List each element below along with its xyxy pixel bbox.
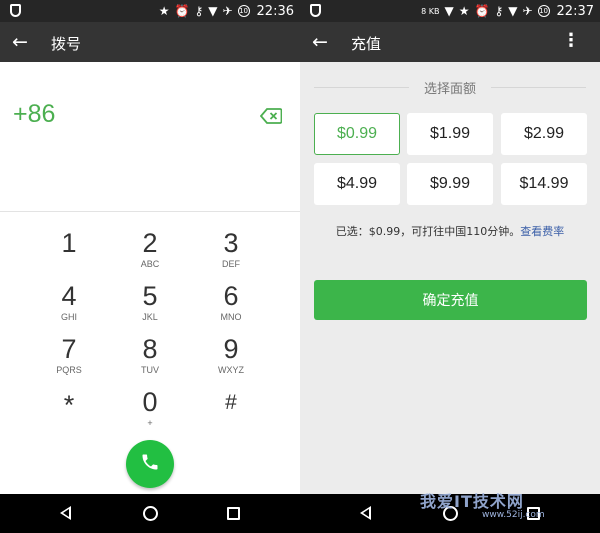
key-digit: * [63, 390, 75, 420]
status-bar: 8 KB ▼ ★ ⏰ ⚷ ▼ ✈ 10 22:37 [300, 0, 600, 22]
amount-option[interactable]: $14.99 [501, 163, 587, 205]
dial-number-field[interactable]: +86 [13, 100, 55, 129]
key-star[interactable]: * [34, 390, 104, 440]
shield-icon [10, 4, 21, 17]
star-icon: ★ [158, 4, 170, 18]
selected-summary: 已选：$0.99，可打往中国110分钟。查看费率 [300, 223, 600, 239]
arrow-left-icon[interactable]: ← [12, 32, 30, 52]
watermark: 我爱IT技术网 [420, 492, 524, 511]
key-9[interactable]: 9 WXYZ [196, 334, 266, 384]
key-letters: JKL [142, 312, 158, 322]
key-letters: PQRS [56, 365, 82, 375]
amount-option[interactable]: $2.99 [501, 113, 587, 155]
page-title: 拨号 [51, 35, 82, 53]
dialer-screen: ★ ⏰ ⚷ ▼ ✈ 10 22:36 ← 拨号 +86 1 2 ABC 3 DE… [0, 0, 300, 533]
key-letters: TUV [141, 365, 159, 375]
airplane-icon: ✈ [522, 4, 533, 18]
key-digit: 6 [223, 281, 239, 311]
phone-icon [140, 452, 160, 476]
shield-icon [310, 4, 321, 17]
nav-bar [0, 494, 300, 533]
nav-back-icon[interactable] [60, 506, 71, 520]
key-digit: 1 [61, 228, 77, 258]
star-icon: ★ [458, 4, 470, 18]
key-3[interactable]: 3 DEF [196, 228, 266, 278]
divider [491, 87, 586, 88]
page-title: 充值 [351, 35, 382, 53]
call-button[interactable] [126, 440, 174, 488]
key-digit: 7 [61, 334, 77, 364]
recharge-screen: 8 KB ▼ ★ ⏰ ⚷ ▼ ✈ 10 22:37 ← 充值 ⋮ 选择面额 $0… [300, 0, 600, 533]
battery-badge: 10 [237, 5, 250, 17]
selected-info-text: 已选：$0.99，可打往中国110分钟。 [335, 225, 521, 238]
nav-home-icon[interactable] [143, 506, 158, 521]
key-8[interactable]: 8 TUV [115, 334, 185, 384]
key-digit: 0 [142, 387, 158, 417]
key-letters: WXYZ [218, 365, 244, 375]
key-digit: 8 [142, 334, 158, 364]
key-digit: 9 [223, 334, 239, 364]
backspace-icon[interactable] [259, 108, 283, 128]
key-hash[interactable]: # [196, 388, 266, 438]
status-bar: ★ ⏰ ⚷ ▼ ✈ 10 22:36 [0, 0, 300, 22]
amount-option[interactable]: $4.99 [314, 163, 400, 205]
arrow-left-icon[interactable]: ← [312, 32, 330, 52]
key-digit: 2 [142, 228, 158, 258]
network-speed: 8 KB [421, 6, 440, 16]
key-6[interactable]: 6 MNO [196, 281, 266, 331]
dial-display: +86 [0, 62, 300, 212]
key-letters: DEF [222, 259, 240, 269]
wifi-icon: ▼ [208, 4, 218, 18]
key-7[interactable]: 7 PQRS [34, 334, 104, 384]
alarm-icon: ⏰ [174, 4, 190, 18]
key-icon: ⚷ [194, 4, 204, 18]
alarm-icon: ⏰ [474, 4, 490, 18]
key-letters: + [147, 418, 153, 428]
app-bar: ← 拨号 [0, 22, 300, 62]
download-icon: ▼ [444, 4, 454, 18]
key-4[interactable]: 4 GHI [34, 281, 104, 331]
key-1[interactable]: 1 [34, 228, 104, 278]
watermark-url: www.52ij.com [482, 510, 545, 520]
key-letters: GHI [60, 312, 77, 322]
more-vertical-icon[interactable]: ⋮ [562, 32, 580, 50]
key-5[interactable]: 5 JKL [115, 281, 185, 331]
key-digit: 5 [142, 281, 158, 311]
key-letters: MNO [220, 312, 242, 322]
rate-link[interactable]: 查看费率 [520, 225, 564, 238]
key-digit: 4 [61, 281, 77, 311]
key-0[interactable]: 0 + [115, 387, 185, 437]
battery-badge: 10 [537, 5, 550, 17]
amount-option[interactable]: $9.99 [407, 163, 493, 205]
airplane-icon: ✈ [222, 4, 233, 18]
key-digit: # [225, 391, 237, 414]
amount-option[interactable]: $1.99 [407, 113, 493, 155]
nav-back-icon[interactable] [360, 506, 371, 520]
key-letters: ABC [140, 259, 160, 269]
wifi-icon: ▼ [508, 4, 518, 18]
key-icon: ⚷ [494, 4, 504, 18]
status-time: 22:37 [556, 3, 594, 19]
amount-option[interactable]: $0.99 [314, 113, 400, 155]
status-time: 22:36 [256, 3, 294, 19]
confirm-recharge-button[interactable]: 确定充值 [314, 280, 587, 320]
nav-recents-icon[interactable] [227, 507, 240, 520]
key-2[interactable]: 2 ABC [115, 228, 185, 278]
key-digit: 3 [223, 228, 239, 258]
app-bar: ← 充值 ⋮ [300, 22, 600, 62]
